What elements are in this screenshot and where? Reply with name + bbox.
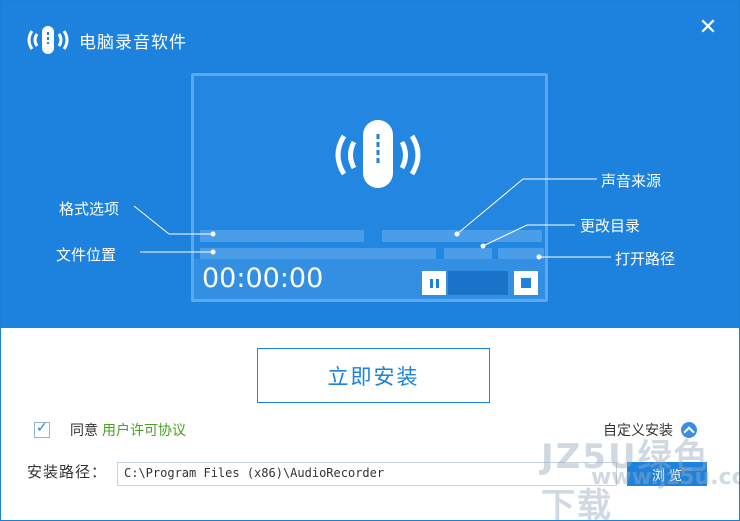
hero-banner: 电脑录音软件 ✕ 00:00:00 格式选项 文件位置 声音来源 更改目录 打开…	[1, 1, 739, 328]
watermark-url: www.jz5u.com	[591, 465, 739, 490]
agreement-row: 同意 用户许可协议	[34, 420, 186, 440]
install-now-button[interactable]: 立即安装	[257, 348, 490, 403]
install-path-row: 安装路径：	[27, 461, 107, 482]
callout-sound-source: 声音来源	[601, 172, 662, 190]
license-agreement-link[interactable]: 用户许可协议	[102, 420, 186, 440]
callout-lines	[133, 178, 611, 260]
agree-checkbox[interactable]	[34, 420, 50, 438]
agree-label: 同意	[70, 423, 98, 439]
callout-file-location: 文件位置	[56, 246, 117, 264]
callout-open-path: 打开路径	[615, 250, 676, 268]
callout-change-dir: 更改目录	[580, 217, 641, 235]
callout-format-options: 格式选项	[59, 200, 120, 218]
install-path-label: 安装路径：	[27, 463, 108, 481]
installer-window: 电脑录音软件 ✕ 00:00:00 格式选项 文件位置 声音来源 更改目录 打开…	[0, 0, 740, 521]
